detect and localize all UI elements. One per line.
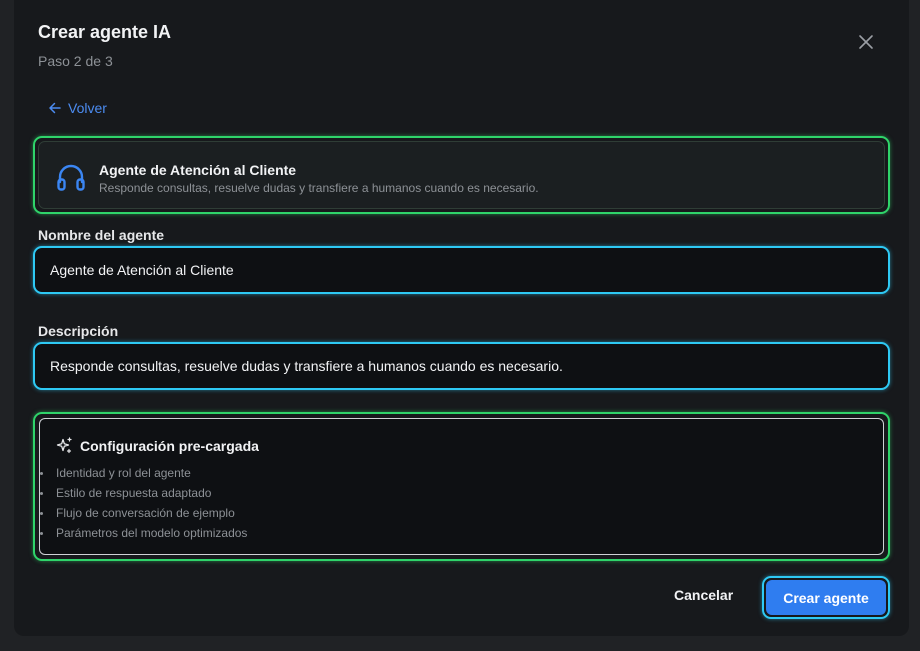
- agent-name-value: Agente de Atención al Cliente: [50, 262, 234, 278]
- create-agent-dialog: Crear agente IA Paso 2 de 3 Volver Agent…: [14, 0, 909, 636]
- close-button[interactable]: [854, 30, 878, 54]
- selected-template-card[interactable]: Agente de Atención al Cliente Responde c…: [33, 136, 890, 214]
- preloaded-config-title: Configuración pre-cargada: [80, 437, 259, 454]
- list-item: Flujo de conversación de ejemplo: [40, 503, 247, 523]
- sparkles-icon: [56, 437, 72, 454]
- template-card-body: Agente de Atención al Cliente Responde c…: [38, 141, 885, 209]
- list-item: Parámetros del modelo optimizados: [40, 523, 247, 543]
- preloaded-config-panel: Configuración pre-cargada Identidad y ro…: [33, 412, 890, 561]
- step-indicator: Paso 2 de 3: [38, 53, 113, 69]
- back-link[interactable]: Volver: [47, 100, 107, 116]
- agent-name-label: Nombre del agente: [38, 227, 165, 243]
- back-label: Volver: [68, 100, 107, 116]
- template-description: Responde consultas, resuelve dudas y tra…: [99, 181, 539, 195]
- list-item: Estilo de respuesta adaptado: [40, 483, 247, 503]
- headset-icon: [57, 164, 85, 191]
- preloaded-config-list: Identidad y rol del agente Estilo de res…: [40, 463, 247, 543]
- dialog-title: Crear agente IA: [38, 22, 172, 42]
- create-agent-button[interactable]: Crear agente: [766, 580, 886, 615]
- close-icon: [859, 35, 873, 49]
- template-name: Agente de Atención al Cliente: [99, 162, 297, 178]
- agent-name-input[interactable]: Agente de Atención al Cliente: [33, 246, 890, 294]
- preloaded-config-heading: Configuración pre-cargada: [56, 437, 259, 454]
- list-item: Identidad y rol del agente: [40, 463, 247, 483]
- cancel-button[interactable]: Cancelar: [674, 587, 733, 603]
- description-value: Responde consultas, resuelve dudas y tra…: [50, 358, 563, 374]
- description-input[interactable]: Responde consultas, resuelve dudas y tra…: [33, 342, 890, 390]
- create-agent-button-focus-ring: Crear agente: [762, 576, 890, 619]
- arrow-left-icon: [49, 102, 61, 114]
- description-label: Descripción: [38, 323, 119, 339]
- preloaded-config-body: Configuración pre-cargada Identidad y ro…: [39, 418, 884, 555]
